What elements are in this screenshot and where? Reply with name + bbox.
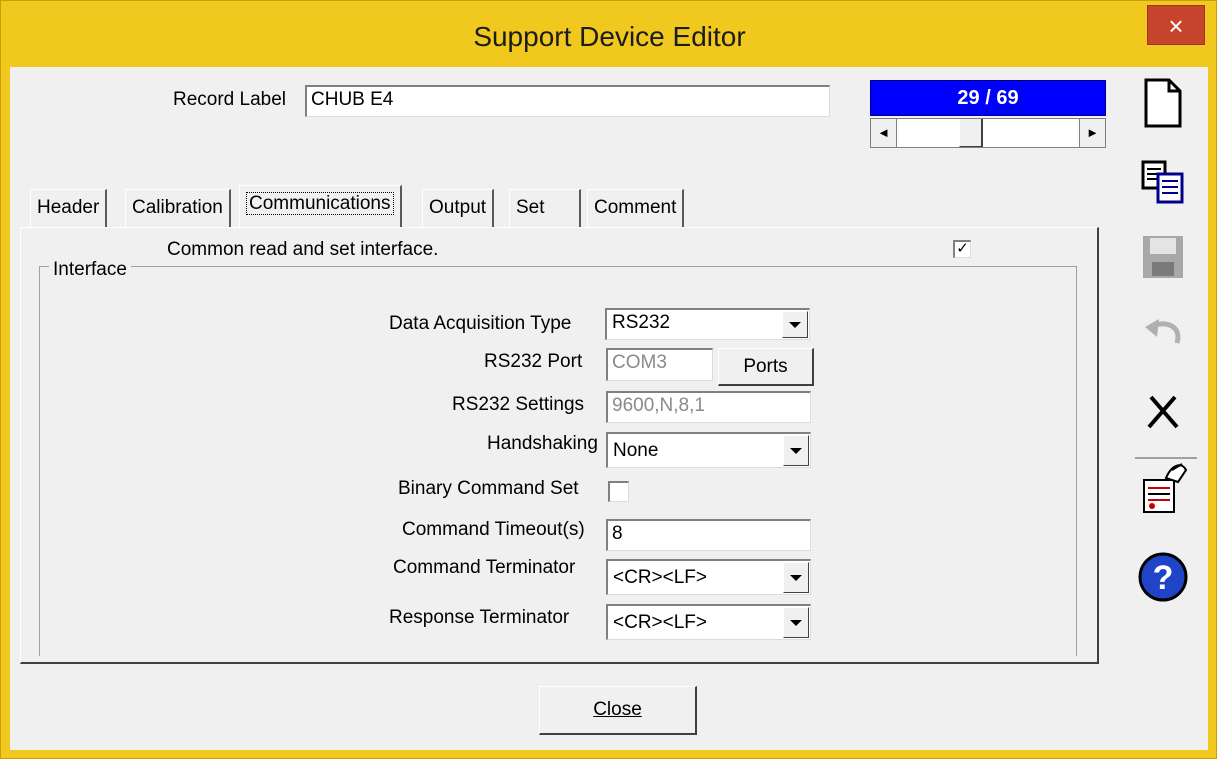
new-document-icon xyxy=(1144,78,1182,128)
common-interface-label: Common read and set interface. xyxy=(167,239,445,261)
undo-icon xyxy=(1145,319,1181,344)
acq-type-dropdown-button[interactable] xyxy=(782,311,808,338)
rs232-port-label: RS232 Port xyxy=(484,351,583,372)
copy-button[interactable] xyxy=(1135,154,1191,210)
tab-header[interactable]: Header xyxy=(30,189,108,227)
command-timeout-label: Command Timeout(s) xyxy=(402,519,585,540)
help-icon: ? xyxy=(1138,552,1188,602)
command-terminator-value: <CR><LF> xyxy=(613,567,707,588)
scroll-left-arrow[interactable]: ◄ xyxy=(871,119,897,147)
scroll-right-arrow[interactable]: ► xyxy=(1079,119,1105,147)
tab-calibration[interactable]: Calibration xyxy=(125,189,231,227)
response-terminator-value: <CR><LF> xyxy=(613,612,707,633)
help-button[interactable]: ? xyxy=(1135,549,1191,605)
record-label-caption: Record Label xyxy=(173,89,287,110)
wizard-button[interactable] xyxy=(1135,461,1191,517)
common-interface-checkbox[interactable]: ✓ xyxy=(953,240,971,258)
save-icon xyxy=(1143,236,1183,278)
command-terminator-select[interactable]: <CR><LF> xyxy=(606,559,811,595)
handshaking-dropdown-button[interactable] xyxy=(783,435,809,466)
binary-command-set-checkbox[interactable] xyxy=(608,481,629,502)
svg-text:?: ? xyxy=(1153,559,1174,597)
handshaking-label: Handshaking xyxy=(487,433,598,454)
window-title: Support Device Editor xyxy=(473,21,746,52)
tab-communications-label: Communications xyxy=(246,192,394,215)
title-bar[interactable]: Support Device Editor × xyxy=(1,1,1216,75)
rs232-settings-input[interactable]: 9600,N,8,1 xyxy=(606,391,811,423)
record-label-input[interactable]: CHUB E4 xyxy=(305,85,830,117)
scroll-thumb[interactable] xyxy=(959,119,983,147)
record-navigator: 29 / 69 ◄ ► xyxy=(870,80,1106,152)
acq-type-select[interactable]: RS232 xyxy=(605,308,810,340)
chevron-down-icon xyxy=(790,447,802,454)
tab-comment[interactable]: Comment xyxy=(587,189,685,227)
wizard-icon xyxy=(1143,463,1188,513)
command-terminator-dropdown-button[interactable] xyxy=(783,562,809,593)
chevron-down-icon xyxy=(790,574,802,581)
acq-type-value: RS232 xyxy=(612,312,671,333)
ports-button[interactable]: Ports xyxy=(718,348,814,386)
close-button-label: Close xyxy=(593,699,642,720)
tab-set[interactable]: Set xyxy=(509,189,581,227)
record-scrollbar[interactable]: ◄ ► xyxy=(870,118,1106,148)
copy-icon xyxy=(1141,160,1184,204)
support-device-editor-window: Support Device Editor × Record Label CHU… xyxy=(0,0,1217,759)
window-close-button[interactable]: × xyxy=(1147,5,1205,45)
close-button[interactable]: Close xyxy=(539,686,697,735)
toolbar-separator xyxy=(1135,457,1197,459)
binary-command-set-label: Binary Command Set xyxy=(398,478,579,499)
save-button[interactable] xyxy=(1135,229,1191,285)
chevron-down-icon xyxy=(789,321,801,328)
rs232-port-input[interactable]: COM3 xyxy=(606,348,713,381)
rs232-settings-label: RS232 Settings xyxy=(452,394,585,415)
command-terminator-label: Command Terminator xyxy=(393,557,576,578)
command-timeout-input[interactable]: 8 xyxy=(606,519,811,551)
tab-communications[interactable]: Communications xyxy=(239,185,402,227)
handshaking-value: None xyxy=(613,440,659,461)
response-terminator-label: Response Terminator xyxy=(389,607,570,628)
delete-icon xyxy=(1147,395,1179,429)
response-terminator-dropdown-button[interactable] xyxy=(783,607,809,638)
handshaking-select[interactable]: None xyxy=(606,432,811,468)
acq-type-label: Data Acquisition Type xyxy=(389,313,572,334)
undo-button[interactable] xyxy=(1135,307,1191,363)
response-terminator-select[interactable]: <CR><LF> xyxy=(606,604,811,640)
tab-output[interactable]: Output xyxy=(422,189,495,227)
new-document-button[interactable] xyxy=(1135,75,1191,131)
interface-group-title: Interface xyxy=(49,259,131,281)
delete-button[interactable] xyxy=(1135,383,1191,439)
record-position-display: 29 / 69 xyxy=(870,80,1106,116)
chevron-down-icon xyxy=(790,619,802,626)
